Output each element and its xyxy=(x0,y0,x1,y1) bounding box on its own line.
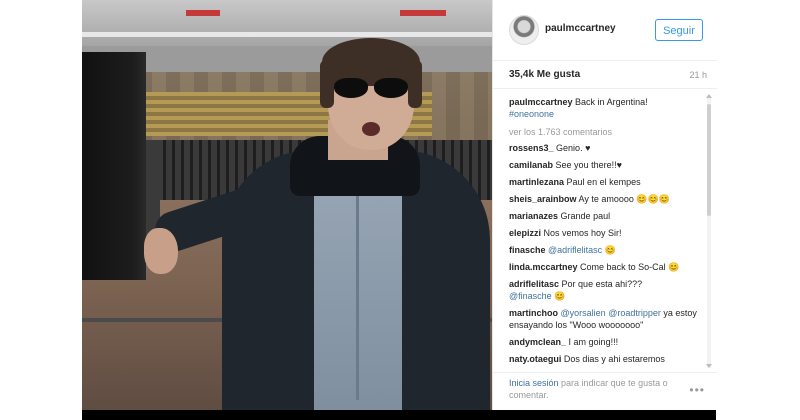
list-item: adriflelitasc Por que esta ahi??? @finas… xyxy=(509,278,699,302)
comment-user[interactable]: marianazes xyxy=(509,211,558,221)
post-photo xyxy=(82,0,492,410)
post-sidebar: paulmccartney Seguir 35,4k Me gusta 21 h… xyxy=(492,0,717,410)
likes-row: 35,4k Me gusta 21 h xyxy=(493,60,717,89)
comment-text: Por que esta ahi??? xyxy=(561,279,643,289)
list-item: marianazes Grande paul xyxy=(509,210,699,222)
stage-structure xyxy=(82,52,146,280)
stadium-banner xyxy=(400,10,446,16)
caption: paulmccartney Back in Argentina! #oneono… xyxy=(509,96,699,120)
likes-count[interactable]: 35,4k Me gusta xyxy=(509,69,580,80)
mention-link[interactable]: @yorsalien xyxy=(561,308,606,318)
comment-text: Back in Argentina! xyxy=(575,97,648,107)
post-username[interactable]: paulmccartney xyxy=(545,23,616,34)
post-header: paulmccartney Seguir xyxy=(493,0,717,61)
avatar[interactable] xyxy=(509,15,539,45)
scroll-up-icon[interactable] xyxy=(706,94,712,98)
comment-user[interactable]: naty.otaegui xyxy=(509,354,561,364)
comment-user[interactable]: camilanab xyxy=(509,160,553,170)
roof-beam xyxy=(82,32,492,37)
login-prompt: Inicia sesión para indicar que te gusta … xyxy=(509,377,689,401)
comment-user[interactable]: paulmccartney xyxy=(509,97,573,107)
login-footer: Inicia sesión para indicar que te gusta … xyxy=(493,372,717,411)
list-item: linda.mccartney Come back to So-Cal 😊 xyxy=(509,261,699,273)
list-item: martinlezana Paul en el kempes xyxy=(509,176,699,188)
hashtag-link[interactable]: #oneonone xyxy=(509,109,554,119)
login-link[interactable]: Inicia sesión xyxy=(509,378,559,388)
stadium-roof xyxy=(82,0,492,46)
comment-user[interactable]: rossens3_ xyxy=(509,143,554,153)
comment-user[interactable]: martinchoo xyxy=(509,308,558,318)
sunglasses-lens xyxy=(334,78,368,98)
comment-user[interactable]: finasche xyxy=(509,245,546,255)
view-all-comments-link[interactable]: ver los 1.763 comentarios xyxy=(509,126,699,138)
more-options-icon[interactable]: ••• xyxy=(689,383,705,397)
comment-user[interactable]: sheis_arainbow xyxy=(509,194,577,204)
list-item: naty.otaegui Dos dias y ahi estaremos xyxy=(509,353,699,365)
list-item: martinchoo @yorsalien @roadtripper ya es… xyxy=(509,307,699,331)
person-hair xyxy=(408,60,422,108)
scrollbar-thumb[interactable] xyxy=(707,104,711,216)
stadium-banner xyxy=(186,10,220,16)
comment-text: Paul en el kempes xyxy=(566,177,641,187)
comment-text: Dos dias y ahi estaremos xyxy=(563,354,665,364)
list-item: elepizzi Nos vemos hoy Sir! xyxy=(509,227,699,239)
comment-user[interactable]: martinlezana xyxy=(509,177,564,187)
person-hair xyxy=(320,60,334,108)
sunglasses-lens xyxy=(374,78,408,98)
shirt-placket xyxy=(356,170,359,400)
comment-text: Genio. ♥ xyxy=(556,143,591,153)
sunglasses xyxy=(334,78,410,100)
list-item: camilanab See you there!!♥ xyxy=(509,159,699,171)
mention-link[interactable]: @roadtripper xyxy=(608,308,661,318)
mention-link[interactable]: @finasche 😊 xyxy=(509,291,565,301)
comments-list[interactable]: paulmccartney Back in Argentina! #oneono… xyxy=(493,92,705,372)
list-item: sheis_arainbow Ay te amoooo 😊😊😊 xyxy=(509,193,699,205)
comment-text[interactable]: @adriflelitasc 😊 xyxy=(548,245,616,255)
list-item: finasche @adriflelitasc 😊 xyxy=(509,244,699,256)
comment-text: I am going!!! xyxy=(568,337,619,347)
scroll-down-icon[interactable] xyxy=(706,364,712,368)
comment-user[interactable]: adriflelitasc xyxy=(509,279,559,289)
comment-user[interactable]: linda.mccartney xyxy=(509,262,578,272)
post-time: 21 h xyxy=(689,70,707,80)
list-item: andymclean_ I am going!!! xyxy=(509,336,699,348)
person-hand xyxy=(144,228,178,274)
list-item: rossens3_ Genio. ♥ xyxy=(509,142,699,154)
person-mouth xyxy=(362,122,380,136)
comment-user[interactable]: elepizzi xyxy=(509,228,541,238)
follow-button[interactable]: Seguir xyxy=(655,19,703,41)
comment-user[interactable]: andymclean_ xyxy=(509,337,566,347)
comment-text: Grande paul xyxy=(560,211,611,221)
comment-text: See you there!!♥ xyxy=(555,160,622,170)
comment-text: Nos vemos hoy Sir! xyxy=(543,228,622,238)
comment-text: Ay te amoooo 😊😊😊 xyxy=(578,194,671,204)
comment-text: Come back to So-Cal 😊 xyxy=(580,262,680,272)
